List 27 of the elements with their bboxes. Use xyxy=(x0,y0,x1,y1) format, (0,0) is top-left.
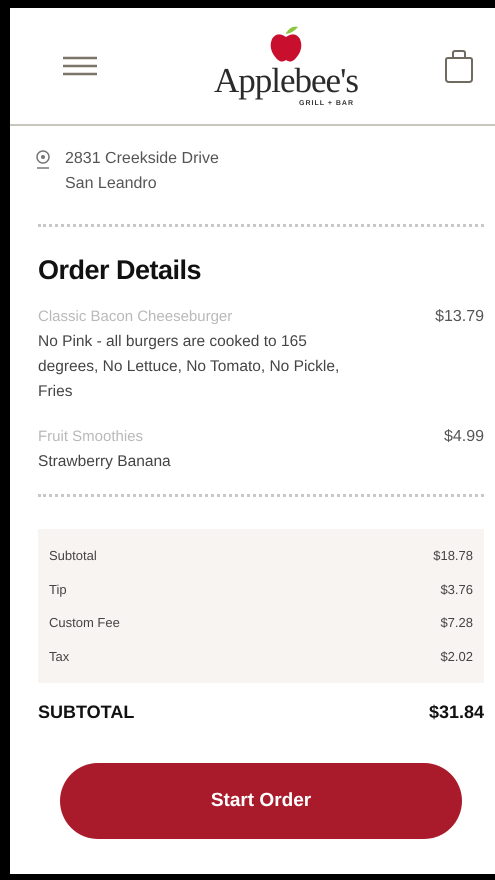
shopping-bag-icon xyxy=(445,50,473,82)
summary-label: Custom Fee xyxy=(49,614,120,632)
item-name: Fruit Smoothies xyxy=(38,427,144,447)
section-title: Order Details xyxy=(38,255,202,286)
address-line: 2831 Creekside Drive xyxy=(65,149,219,169)
logo-name: Applebee's xyxy=(214,63,358,98)
location-pin-icon xyxy=(35,150,51,170)
menu-icon xyxy=(63,56,97,76)
summary-label: Tax xyxy=(49,648,70,666)
apple-icon xyxy=(269,25,303,63)
total-label: SUBTOTAL xyxy=(38,702,134,723)
summary-value: $2.02 xyxy=(440,648,473,666)
total-value: $31.84 xyxy=(428,702,484,723)
item-price: $4.99 xyxy=(444,427,484,447)
summary-value: $3.76 xyxy=(440,580,473,598)
summary-label: Tip xyxy=(49,580,67,599)
summary-value: $7.28 xyxy=(440,614,473,632)
address-city: San Leandro xyxy=(65,174,158,194)
summary-value: $18.78 xyxy=(433,547,473,565)
item-description: Strawberry Banana xyxy=(38,452,172,472)
summary-label: Subtotal xyxy=(49,547,97,565)
start-order-button[interactable]: Start Order xyxy=(60,763,462,839)
menu-button[interactable] xyxy=(63,56,97,76)
item-name: Classic Bacon Cheeseburger xyxy=(38,307,234,327)
item-description: No Pink - all burgers are cooked to 165 degrees, No Lettuce, No Tomato, No Pickle, Fries xyxy=(38,332,340,402)
cart-button[interactable] xyxy=(445,50,473,82)
item-price: $13.79 xyxy=(435,307,484,327)
